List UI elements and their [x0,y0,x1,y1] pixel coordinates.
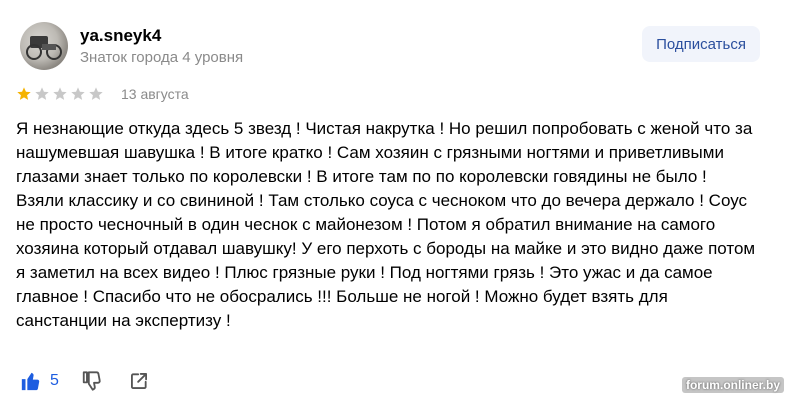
share-icon [130,373,147,389]
subscribe-button[interactable]: Подписаться [642,26,760,62]
like-count: 5 [50,372,59,389]
star-empty-icon [53,87,67,100]
watermark: forum.onliner.by [681,377,784,393]
review-date: 13 августа [121,86,189,102]
like-button[interactable]: 5 [20,370,81,392]
rating-row: 13 августа [16,86,189,102]
thumbs-up-icon [21,372,40,391]
star-filled-icon [17,87,31,100]
author-name[interactable]: ya.sneyk4 [80,26,161,46]
dislike-button[interactable] [81,370,103,392]
review-actions: 5 [20,370,149,392]
share-button[interactable] [129,371,149,391]
author-avatar[interactable] [20,22,68,70]
star-empty-icon [71,87,85,100]
review-text: Я незнающие откуда здесь 5 звезд ! Чиста… [16,119,756,330]
rating-stars [16,86,106,102]
star-empty-icon [89,87,103,100]
author-level: Знаток города 4 уровня [80,49,244,66]
star-empty-icon [35,87,49,100]
thumbs-down-icon [82,371,101,391]
